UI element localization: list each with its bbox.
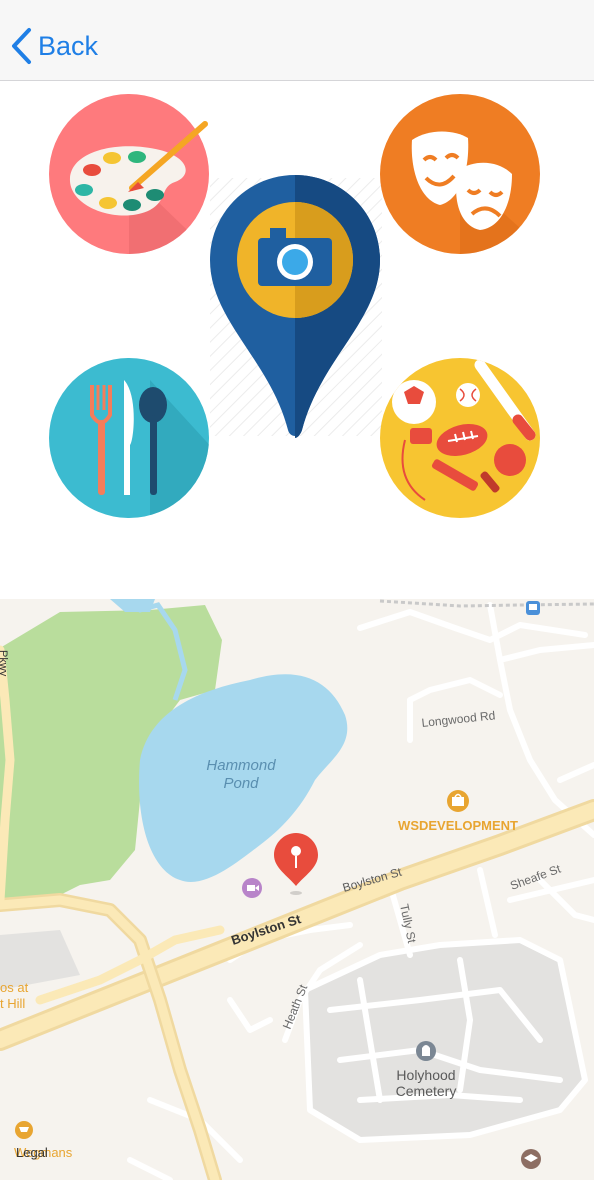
- back-chevron-icon: [12, 28, 31, 64]
- category-illustration: [0, 81, 594, 599]
- longwood-label: Longwood Rd: [421, 708, 496, 730]
- cart-icon[interactable]: [15, 1121, 33, 1139]
- theater-masks-icon[interactable]: [380, 94, 594, 300]
- cinema-icon[interactable]: [242, 878, 262, 898]
- map-view[interactable]: Hammond Pond Longwood Rd WSDEVELOPMENT B…: [0, 599, 594, 1180]
- navigation-bar: Back: [0, 0, 594, 81]
- wsdevelopment-label: WSDEVELOPMENT: [398, 818, 518, 833]
- cemetery-label-1: Holyhood: [396, 1067, 455, 1083]
- shops-label-1: os at: [0, 980, 29, 995]
- location-pin-icon[interactable]: [274, 833, 318, 895]
- back-label: Back: [38, 30, 99, 61]
- pkwy-label: Pkwy: [0, 650, 9, 677]
- sports-equipment-icon[interactable]: [380, 358, 540, 518]
- pond-label-2: Pond: [223, 775, 259, 792]
- pond-label-1: Hammond: [206, 757, 276, 774]
- legal-link[interactable]: Legal: [16, 1145, 48, 1160]
- university-icon[interactable]: [521, 1149, 541, 1169]
- back-button[interactable]: Back: [10, 26, 98, 66]
- cemetery-icon[interactable]: [416, 1041, 436, 1061]
- cemetery-label-2: Cemetery: [396, 1083, 457, 1099]
- shopping-bag-icon[interactable]: [447, 790, 469, 812]
- shops-label-2: t Hill: [0, 996, 25, 1011]
- train-icon[interactable]: [526, 601, 540, 615]
